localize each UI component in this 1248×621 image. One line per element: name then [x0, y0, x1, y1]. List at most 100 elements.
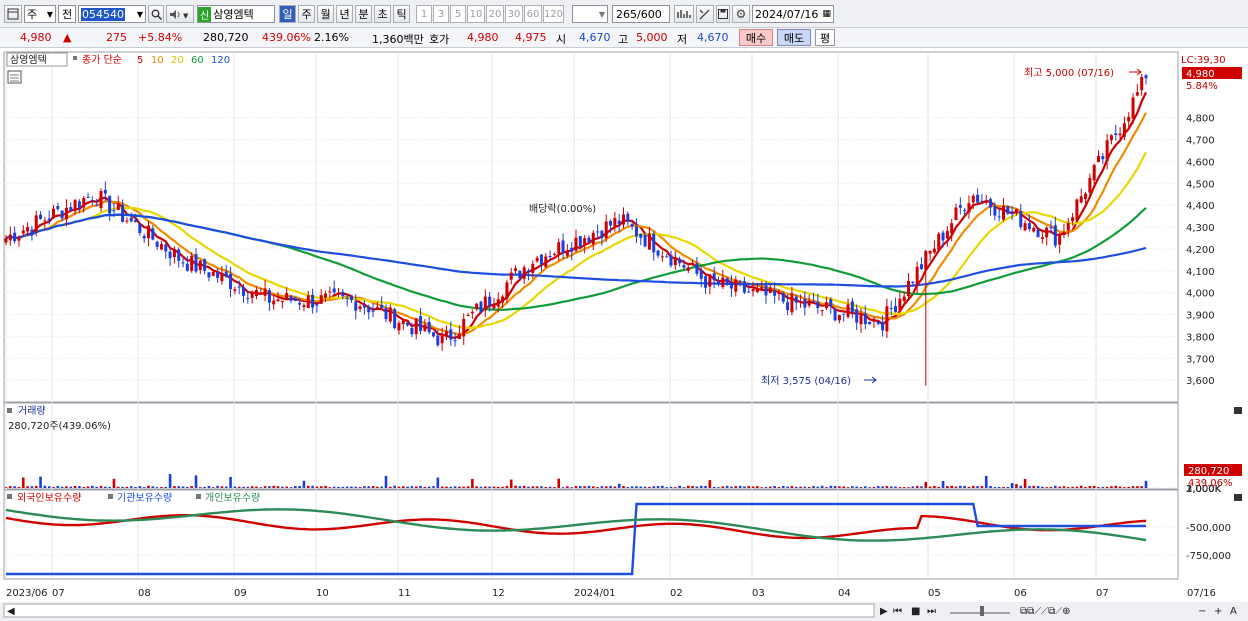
candle-body [64, 207, 68, 220]
interval-button-6[interactable]: 60 [524, 5, 542, 23]
candle-body [790, 293, 794, 313]
interval-button-3[interactable]: 10 [467, 5, 485, 23]
speaker-icon[interactable]: ▼ [166, 5, 194, 23]
period-tab-label: 월 [320, 8, 331, 21]
close-pane-icon[interactable] [1234, 407, 1242, 414]
market-select[interactable]: 주 ▼ [24, 5, 56, 23]
candle-body [872, 318, 876, 322]
candle-body [492, 304, 496, 309]
candle-body [932, 248, 936, 253]
volume-bar [289, 487, 293, 488]
candle-body [919, 264, 923, 270]
tool-icons[interactable]: ⧉⧉⟋⟋⧉⟋⊕ [1020, 606, 1071, 617]
interval-button-1[interactable]: 3 [433, 5, 449, 23]
candle-body [77, 201, 81, 209]
volume-value: 280,720 [203, 31, 249, 44]
interval-label: 120 [543, 8, 564, 20]
period-tab-6[interactable]: 틱 [393, 5, 410, 23]
volume-bar [522, 485, 526, 488]
interval-button-7[interactable]: 120 [543, 5, 564, 23]
stock-name-field[interactable]: 신 삼영엠텍 [197, 5, 275, 23]
period-tab-0[interactable]: 일 [279, 5, 296, 23]
stock-code-input[interactable]: 054540 ▼ [78, 5, 146, 23]
stop-icon[interactable]: ■ [911, 606, 920, 617]
interval-custom-select[interactable]: ▼ [572, 5, 608, 23]
scroll-right-icon[interactable]: ▶ [880, 606, 888, 617]
volume-bar [233, 486, 237, 488]
candle-body [86, 196, 90, 198]
volume-value: 280,720주(439.06%) [8, 421, 111, 432]
period-tab-2[interactable]: 월 [317, 5, 334, 23]
volume-bar [756, 486, 759, 488]
close-pane-icon[interactable] [1234, 494, 1242, 501]
avg-button[interactable]: 평 [815, 29, 835, 46]
zoom-in-icon[interactable]: + [1214, 606, 1222, 617]
period-tab-1[interactable]: 주 [298, 5, 315, 23]
volume-bar [134, 487, 137, 488]
candle-body [634, 226, 638, 237]
interval-button-5[interactable]: 30 [505, 5, 523, 23]
sell-label: 매도 [783, 31, 805, 45]
holdings-axis-label: -750,000 [1186, 551, 1231, 562]
volume-bar [570, 487, 573, 488]
candle-body [604, 221, 608, 239]
sell-button[interactable]: 매도 [777, 29, 811, 46]
bid-price: 4,975 [515, 31, 547, 44]
candle-body [432, 332, 435, 337]
volume-bar [73, 485, 77, 488]
save-icon[interactable] [716, 5, 730, 23]
date-input[interactable]: 2024/07/16 ▦ [752, 5, 834, 23]
interval-button-2[interactable]: 5 [450, 5, 466, 23]
volume-bar [501, 486, 504, 488]
volume-bar [600, 486, 604, 488]
scrollbar-track[interactable] [3, 603, 875, 618]
period-tab-3[interactable]: 년 [336, 5, 353, 23]
volume-bar [393, 485, 396, 488]
candle-body [712, 273, 716, 281]
candle-body [885, 306, 889, 332]
candle-body [1023, 223, 1027, 231]
volume-bar [272, 485, 276, 488]
candle-body [1101, 156, 1105, 160]
volume-bar [423, 486, 427, 488]
buy-button[interactable]: 매수 [739, 29, 773, 46]
fast-forward-icon[interactable]: ⏭ [927, 606, 936, 617]
count-value: 265 [616, 7, 637, 21]
candle-body [276, 299, 280, 302]
window-icon[interactable] [4, 5, 22, 23]
price-chart[interactable]: 4,800 4,700 4,600 4,500 4,400 4,300 4,200 4,100… [0, 48, 1248, 621]
interval-button-0[interactable]: 1 [416, 5, 432, 23]
candle-body [380, 305, 384, 308]
volume-bar [1023, 478, 1027, 488]
volume-bar [324, 485, 327, 488]
volume-bar [371, 485, 375, 488]
period-tab-4[interactable]: 분 [355, 5, 372, 23]
scroll-left-icon[interactable]: ◀ [7, 606, 15, 617]
candle-body [678, 258, 682, 264]
gear-icon[interactable]: ⚙ [732, 5, 750, 23]
legend-marker-icon [73, 56, 77, 60]
volume-bar [583, 486, 586, 488]
font-size-icon[interactable]: A [1230, 606, 1237, 617]
candle-body [496, 299, 500, 307]
zoom-out-icon[interactable]: − [1198, 606, 1206, 617]
candle-body [699, 270, 703, 279]
search-icon[interactable] [148, 5, 164, 23]
candle-body [570, 247, 574, 252]
prev-button[interactable]: 전 [58, 5, 76, 23]
calendar-icon[interactable]: ▦ [822, 9, 831, 19]
chart-tools-icon[interactable] [674, 5, 694, 23]
period-tab-5[interactable]: 초 [374, 5, 391, 23]
interval-button-4[interactable]: 20 [486, 5, 504, 23]
volume-bar [17, 486, 21, 488]
high-label: 고 [618, 33, 629, 46]
rewind-icon[interactable]: ⏮ [893, 606, 902, 617]
x-axis-label: 02 [670, 588, 683, 599]
draw-tools-icon[interactable] [696, 5, 714, 23]
volume-bar [1118, 486, 1122, 488]
volume-bar [1092, 485, 1096, 488]
candle-body [26, 227, 30, 232]
price-axis-label: 4,200 [1186, 245, 1215, 256]
zoom-slider-handle[interactable] [980, 606, 984, 616]
count-input[interactable]: 265/600 [612, 5, 670, 23]
